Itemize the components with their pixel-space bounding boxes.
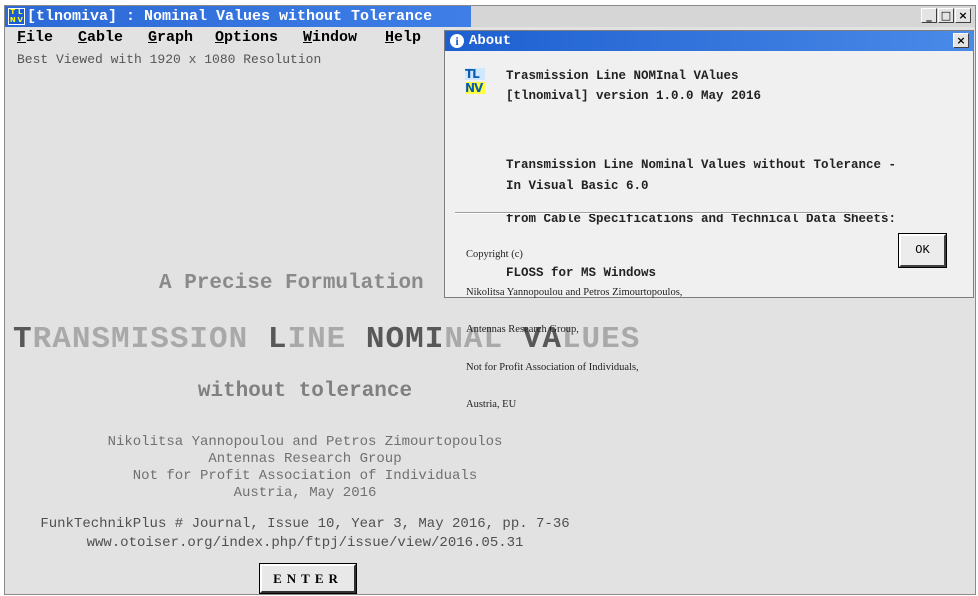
copyright-block: Copyright (c) Nikolitsa Yannopoulou and … <box>466 224 682 437</box>
authors-names: Nikolitsa Yannopoulou and Petros Zimourt… <box>107 434 503 450</box>
menu-graph-mnemonic: G <box>148 29 158 46</box>
window-title: [tlnomiva] : Nominal Values without Tole… <box>27 8 433 25</box>
menu-file-label: ile <box>26 29 54 46</box>
resolution-note: Best Viewed with 1920 x 1080 Resolution <box>17 52 322 67</box>
journal-citation: FunkTechnikPlus # Journal, Issue 10, Yea… <box>40 516 570 532</box>
menu-cable[interactable]: Cable <box>78 27 123 49</box>
menu-options[interactable]: Options <box>215 27 278 49</box>
menu-options-mnemonic: O <box>215 29 225 46</box>
about-separator <box>455 212 885 214</box>
headline-word2-rest: INE <box>287 322 366 357</box>
product-name: Trasmission Line NOMInal VAlues <box>506 69 739 83</box>
logo-line1: TL <box>465 68 485 80</box>
headline-word2-strong: L <box>267 322 288 357</box>
journal-url: www.otoiser.org/index.php/ftpj/issue/vie… <box>86 535 524 551</box>
menu-file[interactable]: File <box>17 27 53 49</box>
menu-graph-label: raph <box>157 29 194 46</box>
menu-window[interactable]: Window <box>303 27 357 49</box>
authors-group: Antennas Research Group <box>208 451 402 467</box>
description-line1: Transmission Line Nominal Values without… <box>506 158 897 172</box>
menu-window-mnemonic: W <box>303 29 313 46</box>
about-title: About <box>469 33 512 49</box>
copyright-authors: Nikolitsa Yannopoulou and Petros Zimourt… <box>466 286 683 298</box>
window-controls: _ □ × <box>921 8 971 23</box>
menu-cable-mnemonic: C <box>78 29 88 46</box>
menu-help[interactable]: Help <box>385 27 421 49</box>
copyright-label: Copyright (c) <box>466 249 523 260</box>
logo-line2: NV <box>465 82 485 94</box>
headline-precise: A Precise Formulation <box>159 272 424 295</box>
copyright-group: Antennas Research Group, <box>466 324 579 335</box>
maximize-button[interactable]: □ <box>938 8 954 23</box>
about-close-button[interactable]: × <box>953 33 969 48</box>
headline-word1-rest: RANSMISSION <box>32 322 268 357</box>
menu-window-label: indow <box>312 29 358 46</box>
menu-options-label: ptions <box>224 29 279 46</box>
authors-place-date: Austria, May 2016 <box>233 485 377 501</box>
tlnv-app-icon[interactable]: TLNV <box>8 8 25 25</box>
menu-help-label: elp <box>394 29 422 46</box>
journal-block: FunkTechnikPlus # Journal, Issue 10, Yea… <box>5 515 605 553</box>
headline-word1-strong: T <box>13 322 33 357</box>
about-title-bar[interactable]: i About × <box>445 31 973 51</box>
menu-cable-label: able <box>87 29 124 46</box>
version-text: [tlnomival] version 1.0.0 May 2016 <box>506 89 762 103</box>
copyright-place: Austria, EU <box>466 399 517 410</box>
authors-block: Nikolitsa Yannopoulou and Petros Zimourt… <box>5 434 605 502</box>
copyright-association: Not for Profit Association of Individual… <box>466 361 639 373</box>
info-icon: i <box>450 34 464 48</box>
close-button[interactable]: × <box>955 8 971 23</box>
minimize-button[interactable]: _ <box>921 8 937 23</box>
enter-button[interactable]: ENTER <box>259 563 357 594</box>
menu-help-mnemonic: H <box>385 29 395 46</box>
title-bar[interactable]: TLNV [tlnomiva] : Nominal Values without… <box>5 6 975 27</box>
tlnv-logo-icon: TL NV <box>465 68 485 96</box>
menu-graph[interactable]: Graph <box>148 27 193 49</box>
about-dialog: i About × TL NV Trasmission Line NOMInal… <box>444 30 974 410</box>
authors-association: Not for Profit Association of Individual… <box>132 468 478 484</box>
ok-button[interactable]: OK <box>898 233 947 268</box>
menu-file-mnemonic: F <box>17 29 27 46</box>
language-text: In Visual Basic 6.0 <box>506 179 649 193</box>
headline-word3-strong: NOMI <box>365 322 445 357</box>
